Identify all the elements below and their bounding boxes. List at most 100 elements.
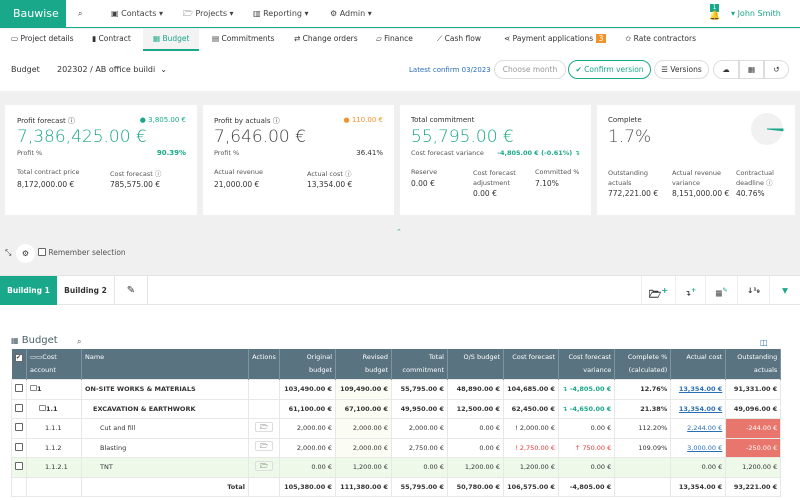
versions-button[interactable]: ☰ Versions [654,60,709,79]
table-search-icon[interactable]: ⌕ [77,337,81,347]
choose-month-input[interactable]: Choose month [494,60,566,79]
cell-cost-forecast-variance: 0.00 € [557,457,616,478]
table-row[interactable]: 1.1 EXCAVATION & EARTHWORK 61,100.00 €67,1… [11,398,782,419]
cell-complete-calculated-: 109.09% [614,437,672,458]
nav-reporting[interactable]: ▥ Reporting ▾ [253,0,309,28]
column-header[interactable]: Revised budget [335,349,392,380]
tab-building-1[interactable]: Building 1 [0,276,57,305]
cost-account: 1 [26,379,82,400]
row-name: Cut and fill [81,418,249,439]
cell-total-commitment: 0.00 € [391,457,448,478]
columns-icon[interactable]: ◫ [760,338,768,347]
nav-admin[interactable]: ⚙ Admin ▾ [330,0,372,28]
cell-o-s-budget: 0.00 € [447,437,504,458]
actions-cell: 🗁 [248,457,280,478]
cell-actual-cost[interactable]: 3,000.00 € [670,437,727,458]
cost-account: 1.1.1 [26,418,82,439]
remember-selection-checkbox[interactable]: Remember selection [38,248,126,257]
open-folder-icon[interactable]: 🗁 [254,441,274,452]
column-header[interactable]: Actual cost [670,349,727,380]
search-icon[interactable]: ⌕ [78,0,82,28]
user-menu[interactable]: ▾ John Smith [731,0,781,28]
add-row-icon[interactable]: ↴+ [675,276,705,305]
latest-confirm-link[interactable]: Latest confirm 03/2023 [409,66,491,74]
nav-contacts[interactable]: ▣ Contacts ▾ [111,0,163,28]
total-row: Total 105,380.00 €111,380.00 €55,795.00 €… [11,476,782,497]
table-row[interactable]: 1.1.2.1 TNT 🗁 0.00 €1,200.00 €0.00 €1,200.0… [11,457,782,478]
cell-outstanding-actuals: 49,096.00 € [725,398,782,419]
tab-finance[interactable]: ▱ Finance [376,29,413,51]
column-header[interactable]: Cost forecast variance [558,349,616,380]
budget-bar: Budget 202302 / AB office buildi ⌄ Lates… [0,51,800,91]
tab-change-orders[interactable]: ⇄ Change orders [294,29,358,51]
tab-commitments[interactable]: ▤ Commitments [212,29,274,51]
edit-tabs-icon[interactable]: ✎ [115,276,148,305]
cell-actual-cost[interactable]: 13,354.00 € [670,379,727,400]
cloud-upload-icon[interactable]: ☁ [713,60,739,79]
row-name: Blasting [81,437,249,458]
total-cell: 93,221.00 € [725,476,782,497]
tab-building-2[interactable]: Building 2 [57,276,115,305]
open-folder-icon[interactable]: 🗁 [254,460,274,471]
tab-project-details[interactable]: ▭ Project details [11,29,74,51]
total-cell: 106,575.00 € [503,476,559,497]
grid-icon: ▦ [11,336,19,345]
cell-actual-cost[interactable]: 0.00 € [670,457,727,478]
filter-icon[interactable]: ▼ [769,276,800,305]
bell-icon[interactable]: 🔔 [709,11,720,21]
table-row[interactable]: 1.1.2 Blasting 🗁 2,000.00 €2,000.00 €2,750.… [11,437,782,458]
cell-o-s-budget: 48,890.00 € [447,379,504,400]
select-all-checkbox[interactable]: ✔ [11,349,27,380]
budget-select[interactable]: 202302 / AB office buildi ⌄ [57,65,167,74]
column-header[interactable]: ▭▭Cost account [26,349,82,380]
table-icon[interactable]: ▦ [739,60,764,79]
compress-icon[interactable]: ⤡ [5,248,11,258]
building-tabs: Building 1 Building 2 ✎ 🗁+ ↴+ ▦✎ ↓¹₉ ▼ [0,275,800,305]
table-row[interactable]: 1 ON-SITE WORKS & MATERIALS 103,490.00 €10… [11,379,782,400]
column-header[interactable]: Cost forecast [503,349,559,380]
row-checkbox[interactable] [11,379,27,400]
total-cell: 55,795.00 € [391,476,448,497]
cell-total-commitment: 2,750.00 € [391,437,448,458]
column-header[interactable]: Total commitment [391,349,448,380]
tab-budget[interactable]: ▦ Budget [143,29,200,51]
cell-actual-cost[interactable]: 13,354.00 € [670,398,727,419]
total-cell: -4,805.00 € [557,476,616,497]
column-header[interactable]: Complete % (calculated) [614,349,672,380]
complete-pie-chart [751,113,784,145]
edit-table-icon[interactable]: ▦✎ [705,276,737,305]
column-header[interactable]: Outstanding actuals [725,349,782,380]
row-checkbox[interactable] [11,457,27,478]
history-icon[interactable]: ↺ [764,60,789,79]
row-checkbox[interactable] [11,437,27,458]
profit-forecast-card: Profit forecast ⓘ ● 3,805.00 € 7,386,425… [5,105,197,215]
project-tabs: ▭ Project details ▮ Contract ▦ Budget ▤ … [0,29,800,51]
cell-cost-forecast-variance: ↴ -4,805.00 € [557,379,616,400]
nav-projects[interactable]: 🗁 Projects ▾ [183,0,234,28]
column-header[interactable]: Actions [248,349,280,380]
row-checkbox[interactable] [11,418,27,439]
row-checkbox[interactable] [11,398,27,419]
tab-cash-flow[interactable]: ⟋ Cash flow [437,29,481,51]
logo[interactable]: Bauwise [0,0,66,28]
cell-actual-cost[interactable]: 2,244.00 € [670,418,727,439]
cell-outstanding-actuals: 1,200.00 € [725,457,782,478]
tab-contract[interactable]: ▮ Contract [92,29,131,51]
tab-rate-contractors[interactable]: ✩ Rate contractors [625,29,696,51]
confirm-version-button[interactable]: ✔ Confirm version [568,60,651,79]
collapse-cards-icon[interactable]: ⌃ [396,228,402,236]
actions-cell: 🗁 [248,418,280,439]
tab-payment-applications[interactable]: ⋖ Payment applications 3 [504,29,607,51]
column-header[interactable]: O/S budget [447,349,504,380]
add-folder-icon[interactable]: 🗁+ [641,276,675,305]
column-header[interactable]: Original budget [279,349,336,380]
cell-cost-forecast-variance: ↑ 750.00 € [557,437,616,458]
cell-revised-budget: 1,200.00 € [335,457,392,478]
cell-cost-forecast-variance: 0.00 € [557,418,616,439]
open-folder-icon[interactable]: 🗁 [254,421,274,432]
column-header[interactable]: Name [81,349,249,380]
sort-icon[interactable]: ↓¹₉ [737,276,769,305]
payment-badge: 3 [595,34,607,43]
table-row[interactable]: 1.1.1 Cut and fill 🗁 2,000.00 €2,000.00 €2,… [11,418,782,439]
settings-gear-icon[interactable]: ⚙ [16,244,35,263]
